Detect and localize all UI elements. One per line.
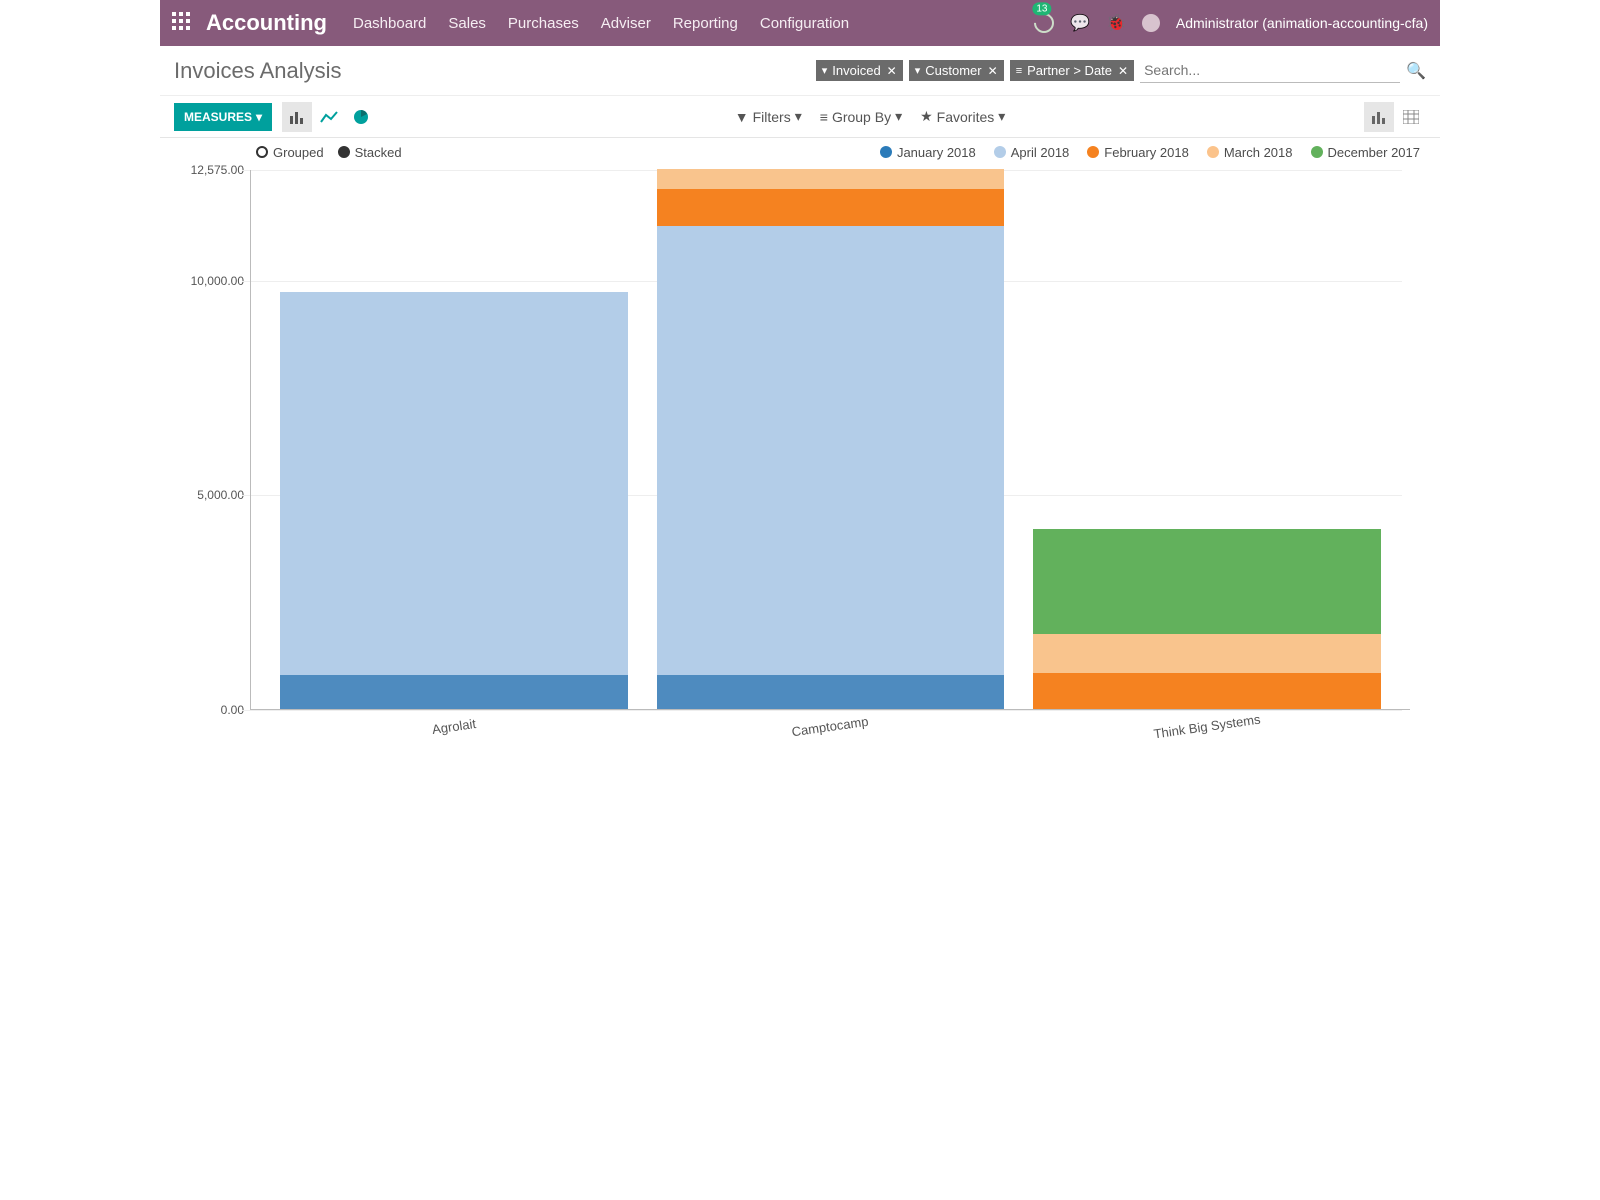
legend-dot-icon <box>880 146 892 158</box>
search-input[interactable] <box>1140 58 1400 83</box>
chart-plot[interactable]: AgrolaitCamptocampThink Big Systems <box>250 170 1410 710</box>
bar-segment[interactable] <box>1033 529 1381 634</box>
filter-tag-label: Invoiced <box>832 63 880 78</box>
top-nav: Accounting Dashboard Sales Purchases Adv… <box>160 0 1440 46</box>
measures-label: MEASURES <box>184 110 252 124</box>
caret-down-icon: ▾ <box>998 108 1005 125</box>
bar-segment[interactable] <box>657 169 1005 189</box>
filter-tag-label: Customer <box>925 63 981 78</box>
x-tick-label: Agrolait <box>431 716 477 737</box>
bar-group[interactable]: Think Big Systems <box>1033 529 1381 709</box>
filters-dropdown[interactable]: ▼Filters▾ <box>735 108 802 125</box>
filter-tag-invoiced[interactable]: ▾ Invoiced ✕ <box>816 60 903 81</box>
caret-down-icon: ▾ <box>795 108 802 125</box>
bar-segment[interactable] <box>280 292 628 674</box>
legend-label: December 2017 <box>1328 145 1421 160</box>
menu-purchases[interactable]: Purchases <box>508 15 579 32</box>
avatar[interactable] <box>1142 14 1160 32</box>
apps-icon[interactable] <box>172 12 194 34</box>
chart-type-bar-button[interactable] <box>282 102 312 132</box>
filter-tag-customer[interactable]: ▾ Customer ✕ <box>909 60 1004 81</box>
main-menu: Dashboard Sales Purchases Adviser Report… <box>353 15 849 32</box>
search-icon[interactable]: 🔍 <box>1406 61 1426 81</box>
menu-reporting[interactable]: Reporting <box>673 15 738 32</box>
bar-segment[interactable] <box>1033 673 1381 710</box>
group-icon: ≡ <box>1016 65 1022 77</box>
y-tick-label: 12,575.00 <box>191 163 244 177</box>
close-icon[interactable]: ✕ <box>988 64 998 78</box>
legend-item[interactable]: January 2018 <box>880 145 976 160</box>
chart: 0.005,000.0010,000.0012,575.00 AgrolaitC… <box>180 170 1420 760</box>
close-icon[interactable]: ✕ <box>1118 64 1128 78</box>
bug-icon[interactable]: 🐞 <box>1106 13 1126 33</box>
filter-tag-label: Partner > Date <box>1027 63 1112 78</box>
bar-segment[interactable] <box>657 189 1005 226</box>
legend-label: February 2018 <box>1104 145 1189 160</box>
page-title: Invoices Analysis <box>174 58 342 84</box>
y-tick-label: 0.00 <box>221 703 244 717</box>
caret-down-icon: ▾ <box>256 110 262 124</box>
messages-badge: 13 <box>1032 2 1051 15</box>
y-tick-label: 5,000.00 <box>197 488 244 502</box>
app-brand[interactable]: Accounting <box>206 10 327 36</box>
legend-dot-icon <box>994 146 1006 158</box>
bar-group[interactable]: Agrolait <box>280 292 628 709</box>
legend-item[interactable]: December 2017 <box>1311 145 1421 160</box>
x-tick-label: Think Big Systems <box>1153 712 1262 742</box>
bar-segment[interactable] <box>280 675 628 709</box>
measures-button[interactable]: MEASURES ▾ <box>174 103 272 131</box>
groupby-dropdown[interactable]: ≡Group By▾ <box>820 108 902 125</box>
group-icon: ≡ <box>820 109 828 125</box>
chat-icon[interactable]: 💬 <box>1070 13 1090 33</box>
legend-item[interactable]: February 2018 <box>1087 145 1189 160</box>
messages-icon[interactable]: 13 <box>1030 9 1058 37</box>
menu-configuration[interactable]: Configuration <box>760 15 849 32</box>
legend-dot-icon <box>1207 146 1219 158</box>
view-pivot-button[interactable] <box>1396 102 1426 132</box>
legend-dot-icon <box>1311 146 1323 158</box>
bar-segment[interactable] <box>657 675 1005 709</box>
legend-dot-icon <box>1087 146 1099 158</box>
star-icon: ★ <box>920 108 933 125</box>
caret-down-icon: ▾ <box>895 108 902 125</box>
favorites-dropdown[interactable]: ★Favorites▾ <box>920 108 1005 125</box>
series-legend: January 2018 April 2018 February 2018 March… <box>880 145 1420 160</box>
bar-segment[interactable] <box>657 226 1005 675</box>
bar-group[interactable]: Camptocamp <box>657 169 1005 709</box>
filter-icon: ▾ <box>822 64 828 77</box>
legend-label: March 2018 <box>1224 145 1293 160</box>
filter-icon: ▾ <box>915 64 921 77</box>
view-graph-button[interactable] <box>1364 102 1394 132</box>
search-area: ▾ Invoiced ✕ ▾ Customer ✕ ≡ Partner > Da… <box>816 58 1426 83</box>
menu-adviser[interactable]: Adviser <box>601 15 651 32</box>
close-icon[interactable]: ✕ <box>887 64 897 78</box>
legend-item[interactable]: March 2018 <box>1207 145 1293 160</box>
legend-label: January 2018 <box>897 145 976 160</box>
bar-segment[interactable] <box>1033 634 1381 673</box>
legend-label: April 2018 <box>1011 145 1070 160</box>
y-axis: 0.005,000.0010,000.0012,575.00 <box>180 170 250 710</box>
y-tick-label: 10,000.00 <box>191 274 244 288</box>
groupby-tag-partner-date[interactable]: ≡ Partner > Date ✕ <box>1010 60 1134 81</box>
stack-toggle: Grouped Stacked <box>256 145 402 160</box>
menu-dashboard[interactable]: Dashboard <box>353 15 426 32</box>
user-label[interactable]: Administrator (animation-accounting-cfa) <box>1176 15 1428 31</box>
stacked-radio[interactable]: Stacked <box>338 145 402 160</box>
chart-type-pie-button[interactable] <box>346 102 376 132</box>
chart-type-line-button[interactable] <box>314 102 344 132</box>
menu-sales[interactable]: Sales <box>448 15 486 32</box>
legend-item[interactable]: April 2018 <box>994 145 1070 160</box>
filter-icon: ▼ <box>735 109 749 125</box>
grouped-radio[interactable]: Grouped <box>256 145 324 160</box>
x-tick-label: Camptocamp <box>791 714 870 740</box>
